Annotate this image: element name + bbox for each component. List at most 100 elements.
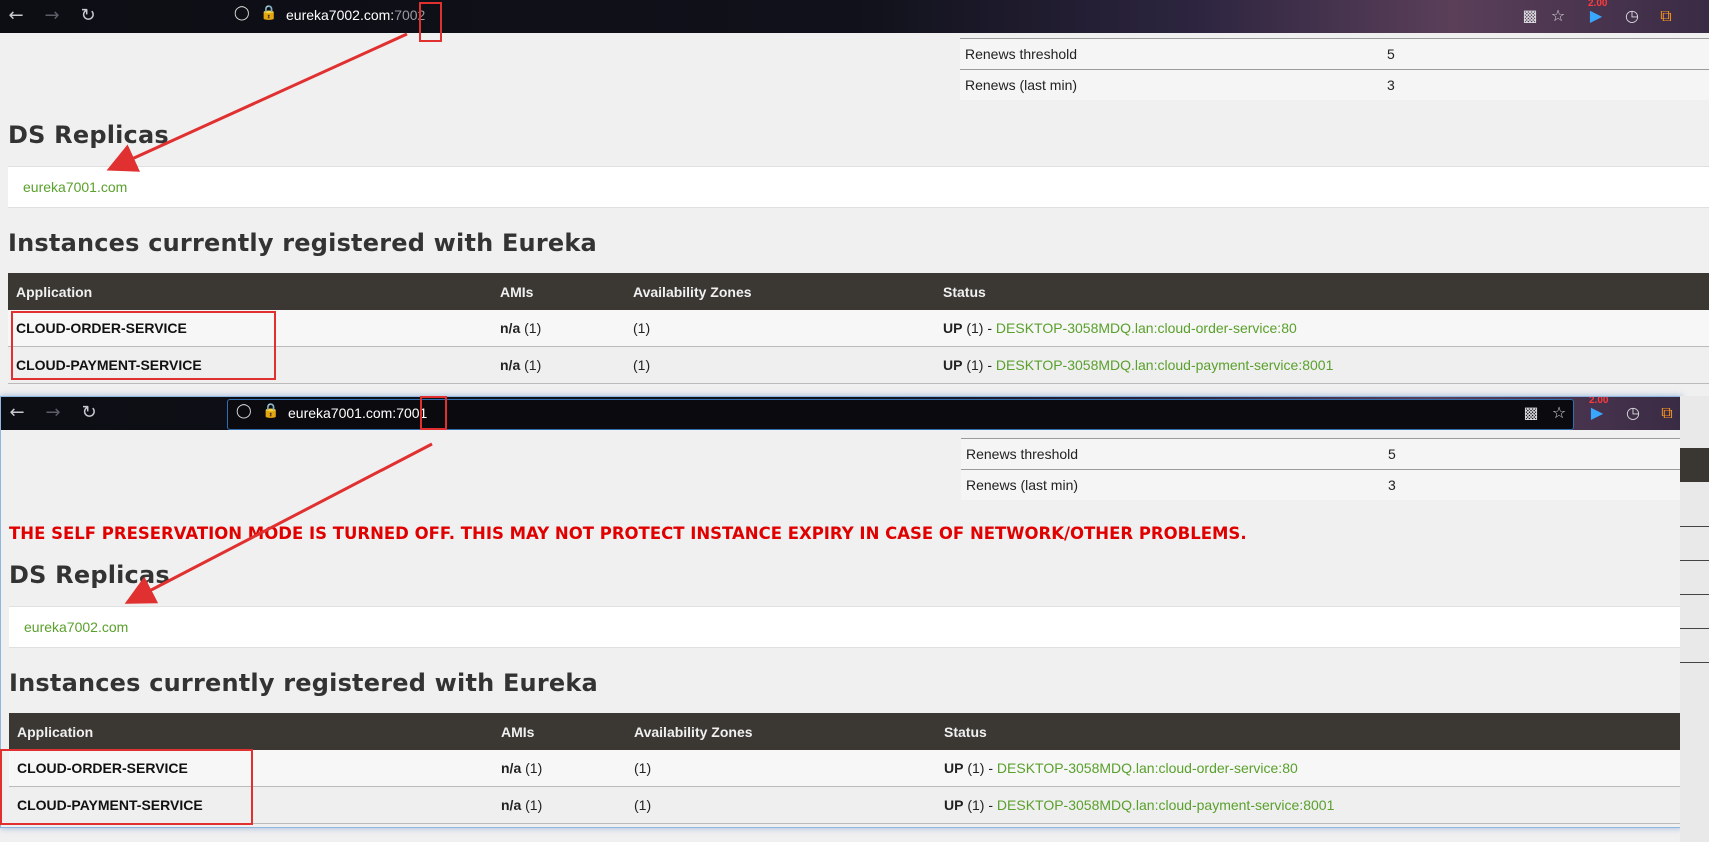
qr-code-icon[interactable]: ▩: [1519, 401, 1543, 425]
history-icon[interactable]: ◷: [1620, 4, 1644, 28]
instance-link[interactable]: DESKTOP-3058MDQ.lan:cloud-order-service:…: [997, 760, 1298, 776]
ami-count: (1): [521, 760, 543, 776]
column-header: Availability Zones: [625, 273, 935, 310]
replica-link[interactable]: eureka7001.com: [23, 179, 127, 195]
instance-link[interactable]: DESKTOP-3058MDQ.lan:cloud-order-service:…: [996, 320, 1297, 336]
column-header: Status: [936, 713, 1681, 750]
url-text[interactable]: eureka7001.com:7001: [288, 405, 427, 421]
star-icon[interactable]: ☆: [1547, 401, 1571, 425]
stats-label: Renews threshold: [965, 46, 1078, 62]
ds-replicas-heading: DS Replicas: [9, 561, 170, 589]
ami-value: n/a: [500, 357, 521, 373]
port-highlight-box: [420, 396, 447, 430]
status-cell: UP (1) - DESKTOP-3058MDQ.lan:cloud-order…: [936, 750, 1681, 787]
status-up: UP: [944, 797, 964, 813]
divider: [1680, 628, 1709, 629]
status-cell: UP (1) - DESKTOP-3058MDQ.lan:cloud-order…: [935, 310, 1709, 347]
column-header: Availability Zones: [626, 713, 936, 750]
divider: [1680, 526, 1709, 527]
status-count: (1) -: [963, 797, 997, 813]
shield-icon[interactable]: ◯: [234, 5, 252, 23]
stats-table: Renews threshold 5 Renews (last min) 3: [960, 38, 1709, 100]
column-header: Status: [935, 273, 1709, 310]
back-arrow-icon[interactable]: ←: [4, 4, 28, 28]
divider: [1680, 594, 1709, 595]
stats-row: Renews threshold 5: [960, 38, 1709, 69]
url-host: eureka7001.com:: [288, 405, 397, 421]
ds-replicas-heading: DS Replicas: [8, 121, 169, 149]
browser-toolbar: ← → ↻ ◯ 🔒 eureka7002.com:7002 ▩ ☆ ▶ 2.00…: [0, 0, 1709, 33]
zones-cell: (1): [626, 786, 936, 824]
ami-value: n/a: [501, 760, 522, 776]
reload-icon[interactable]: ↻: [76, 4, 100, 28]
status-count: (1) -: [963, 760, 997, 776]
port-highlight-box: [419, 2, 442, 42]
table-row: CLOUD-ORDER-SERVICE n/a (1) (1) UP (1) -…: [9, 750, 1681, 787]
stats-value: 5: [1388, 446, 1396, 462]
zones-cell: (1): [626, 750, 936, 787]
ami-count: (1): [520, 357, 542, 373]
zones-cell: (1): [625, 310, 935, 347]
column-header: Application: [9, 713, 493, 750]
apps-highlight-box: [11, 311, 276, 380]
ami-value: n/a: [500, 320, 521, 336]
background-table-header: [1680, 448, 1709, 482]
forward-arrow-icon[interactable]: →: [41, 401, 65, 425]
ami-cell: n/a (1): [492, 310, 625, 347]
url-text[interactable]: eureka7002.com:7002: [286, 7, 425, 23]
replica-box: eureka7002.com: [9, 606, 1681, 648]
stats-row: Renews (last min) 3: [961, 469, 1681, 500]
divider: [1680, 560, 1709, 561]
stats-label: Renews (last min): [965, 77, 1078, 93]
divider: [1680, 662, 1709, 663]
extension-badge: 2.00: [1588, 0, 1608, 9]
url-host: eureka7002.com:: [286, 7, 395, 23]
ami-value: n/a: [501, 797, 522, 813]
stats-label: Renews threshold: [966, 446, 1079, 462]
stats-value: 3: [1388, 477, 1396, 493]
stats-table: Renews threshold 5 Renews (last min) 3: [961, 438, 1681, 500]
ami-count: (1): [521, 797, 543, 813]
instances-heading: Instances currently registered with Eure…: [9, 669, 598, 697]
instances-table: Application AMIs Availability Zones Stat…: [9, 713, 1681, 824]
column-header: AMIs: [492, 273, 625, 310]
extension-badge: 2.00: [1589, 396, 1609, 406]
lock-icon[interactable]: 🔒: [262, 403, 279, 421]
status-up: UP: [943, 320, 963, 336]
zones-cell: (1): [625, 346, 935, 384]
shield-icon[interactable]: ◯: [236, 403, 254, 421]
back-arrow-icon[interactable]: ←: [5, 401, 29, 425]
instances-heading: Instances currently registered with Eure…: [8, 229, 597, 257]
ami-cell: n/a (1): [492, 346, 625, 384]
apps-highlight-box: [0, 749, 253, 825]
ami-cell: n/a (1): [493, 786, 626, 824]
browser-toolbar: ← → ↻ ◯ 🔒 eureka7001.com:7001 ▩ ☆ ▶ 2.00…: [1, 397, 1681, 430]
column-header: Application: [8, 273, 492, 310]
status-cell: UP (1) - DESKTOP-3058MDQ.lan:cloud-payme…: [935, 346, 1709, 384]
crop-icon[interactable]: ⧉: [1654, 4, 1678, 28]
crop-icon[interactable]: ⧉: [1655, 401, 1679, 425]
self-preservation-warning: THE SELF PRESERVATION MODE IS TURNED OFF…: [9, 524, 1247, 543]
replica-link[interactable]: eureka7002.com: [24, 619, 128, 635]
history-icon[interactable]: ◷: [1621, 401, 1645, 425]
status-cell: UP (1) - DESKTOP-3058MDQ.lan:cloud-payme…: [936, 786, 1681, 824]
background-window-edge: [1680, 396, 1709, 842]
status-up: UP: [943, 357, 963, 373]
stats-row: Renews threshold 5: [961, 438, 1681, 469]
stats-label: Renews (last min): [966, 477, 1079, 493]
ami-cell: n/a (1): [493, 750, 626, 787]
stats-value: 5: [1387, 46, 1395, 62]
forward-arrow-icon[interactable]: →: [40, 4, 64, 28]
star-icon[interactable]: ☆: [1546, 4, 1570, 28]
status-count: (1) -: [962, 357, 996, 373]
instance-link[interactable]: DESKTOP-3058MDQ.lan:cloud-payment-servic…: [997, 797, 1334, 813]
instance-link[interactable]: DESKTOP-3058MDQ.lan:cloud-payment-servic…: [996, 357, 1333, 373]
column-header: AMIs: [493, 713, 626, 750]
status-count: (1) -: [962, 320, 996, 336]
reload-icon[interactable]: ↻: [77, 401, 101, 425]
lock-icon[interactable]: 🔒: [260, 5, 277, 23]
status-up: UP: [944, 760, 964, 776]
stats-row: Renews (last min) 3: [960, 69, 1709, 100]
replica-box: eureka7001.com: [8, 166, 1709, 208]
qr-code-icon[interactable]: ▩: [1518, 4, 1542, 28]
